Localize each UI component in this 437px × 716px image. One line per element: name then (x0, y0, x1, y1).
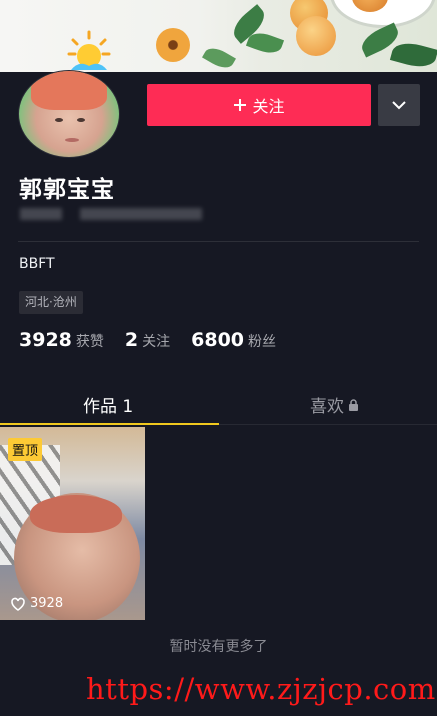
profile-bio: BBFT (19, 256, 55, 272)
avatar-eye (55, 118, 63, 122)
profile-stats: 3928 获赞 2 关注 6800 粉丝 (19, 329, 297, 351)
followers-label[interactable]: 粉丝 (248, 331, 276, 351)
heart-icon (11, 597, 25, 611)
tab-likes-label: 喜欢 (310, 397, 344, 417)
follow-button[interactable]: 关注 (147, 84, 371, 126)
banner-leaf (202, 43, 236, 72)
blurred-account-info (80, 208, 202, 220)
divider (18, 241, 419, 242)
more-button[interactable] (378, 84, 420, 126)
avatar-hair (31, 71, 107, 110)
likes-label: 获赞 (75, 334, 104, 350)
chevron-down-icon (392, 101, 406, 110)
tab-active-indicator (0, 423, 219, 425)
tab-works[interactable]: 作品 1 (83, 392, 133, 417)
end-of-list-text: 暂时没有更多了 (169, 639, 268, 655)
likes-count: 3928 (19, 329, 72, 351)
lock-icon (349, 398, 358, 411)
thumbnail-hair (30, 495, 122, 533)
following-label[interactable]: 关注 (142, 331, 170, 351)
banner-fruit (296, 16, 336, 56)
blurred-account-id (20, 208, 62, 220)
pinned-badge: 置顶 (8, 438, 43, 461)
following-count[interactable]: 2 (125, 329, 138, 351)
plus-icon (234, 99, 247, 111)
tab-likes[interactable]: 喜欢 (310, 392, 359, 417)
avatar-eye (77, 118, 85, 122)
follow-button-label: 关注 (252, 99, 285, 116)
banner-fruit (156, 28, 190, 62)
avatar-mouth (65, 138, 79, 142)
video-like-count: 3928 (10, 596, 63, 611)
banner-leaf (389, 38, 437, 72)
site-watermark: https://www.zjzjcp.com (86, 672, 436, 706)
avatar[interactable] (18, 30, 120, 158)
profile-name: 郭郭宝宝 (19, 177, 115, 203)
video-like-number: 3928 (30, 596, 64, 611)
location-tag: 河北·沧州 (19, 291, 83, 314)
avatar-image (18, 70, 120, 158)
sun-sticker-icon (67, 30, 111, 70)
followers-count[interactable]: 6800 (191, 329, 244, 351)
